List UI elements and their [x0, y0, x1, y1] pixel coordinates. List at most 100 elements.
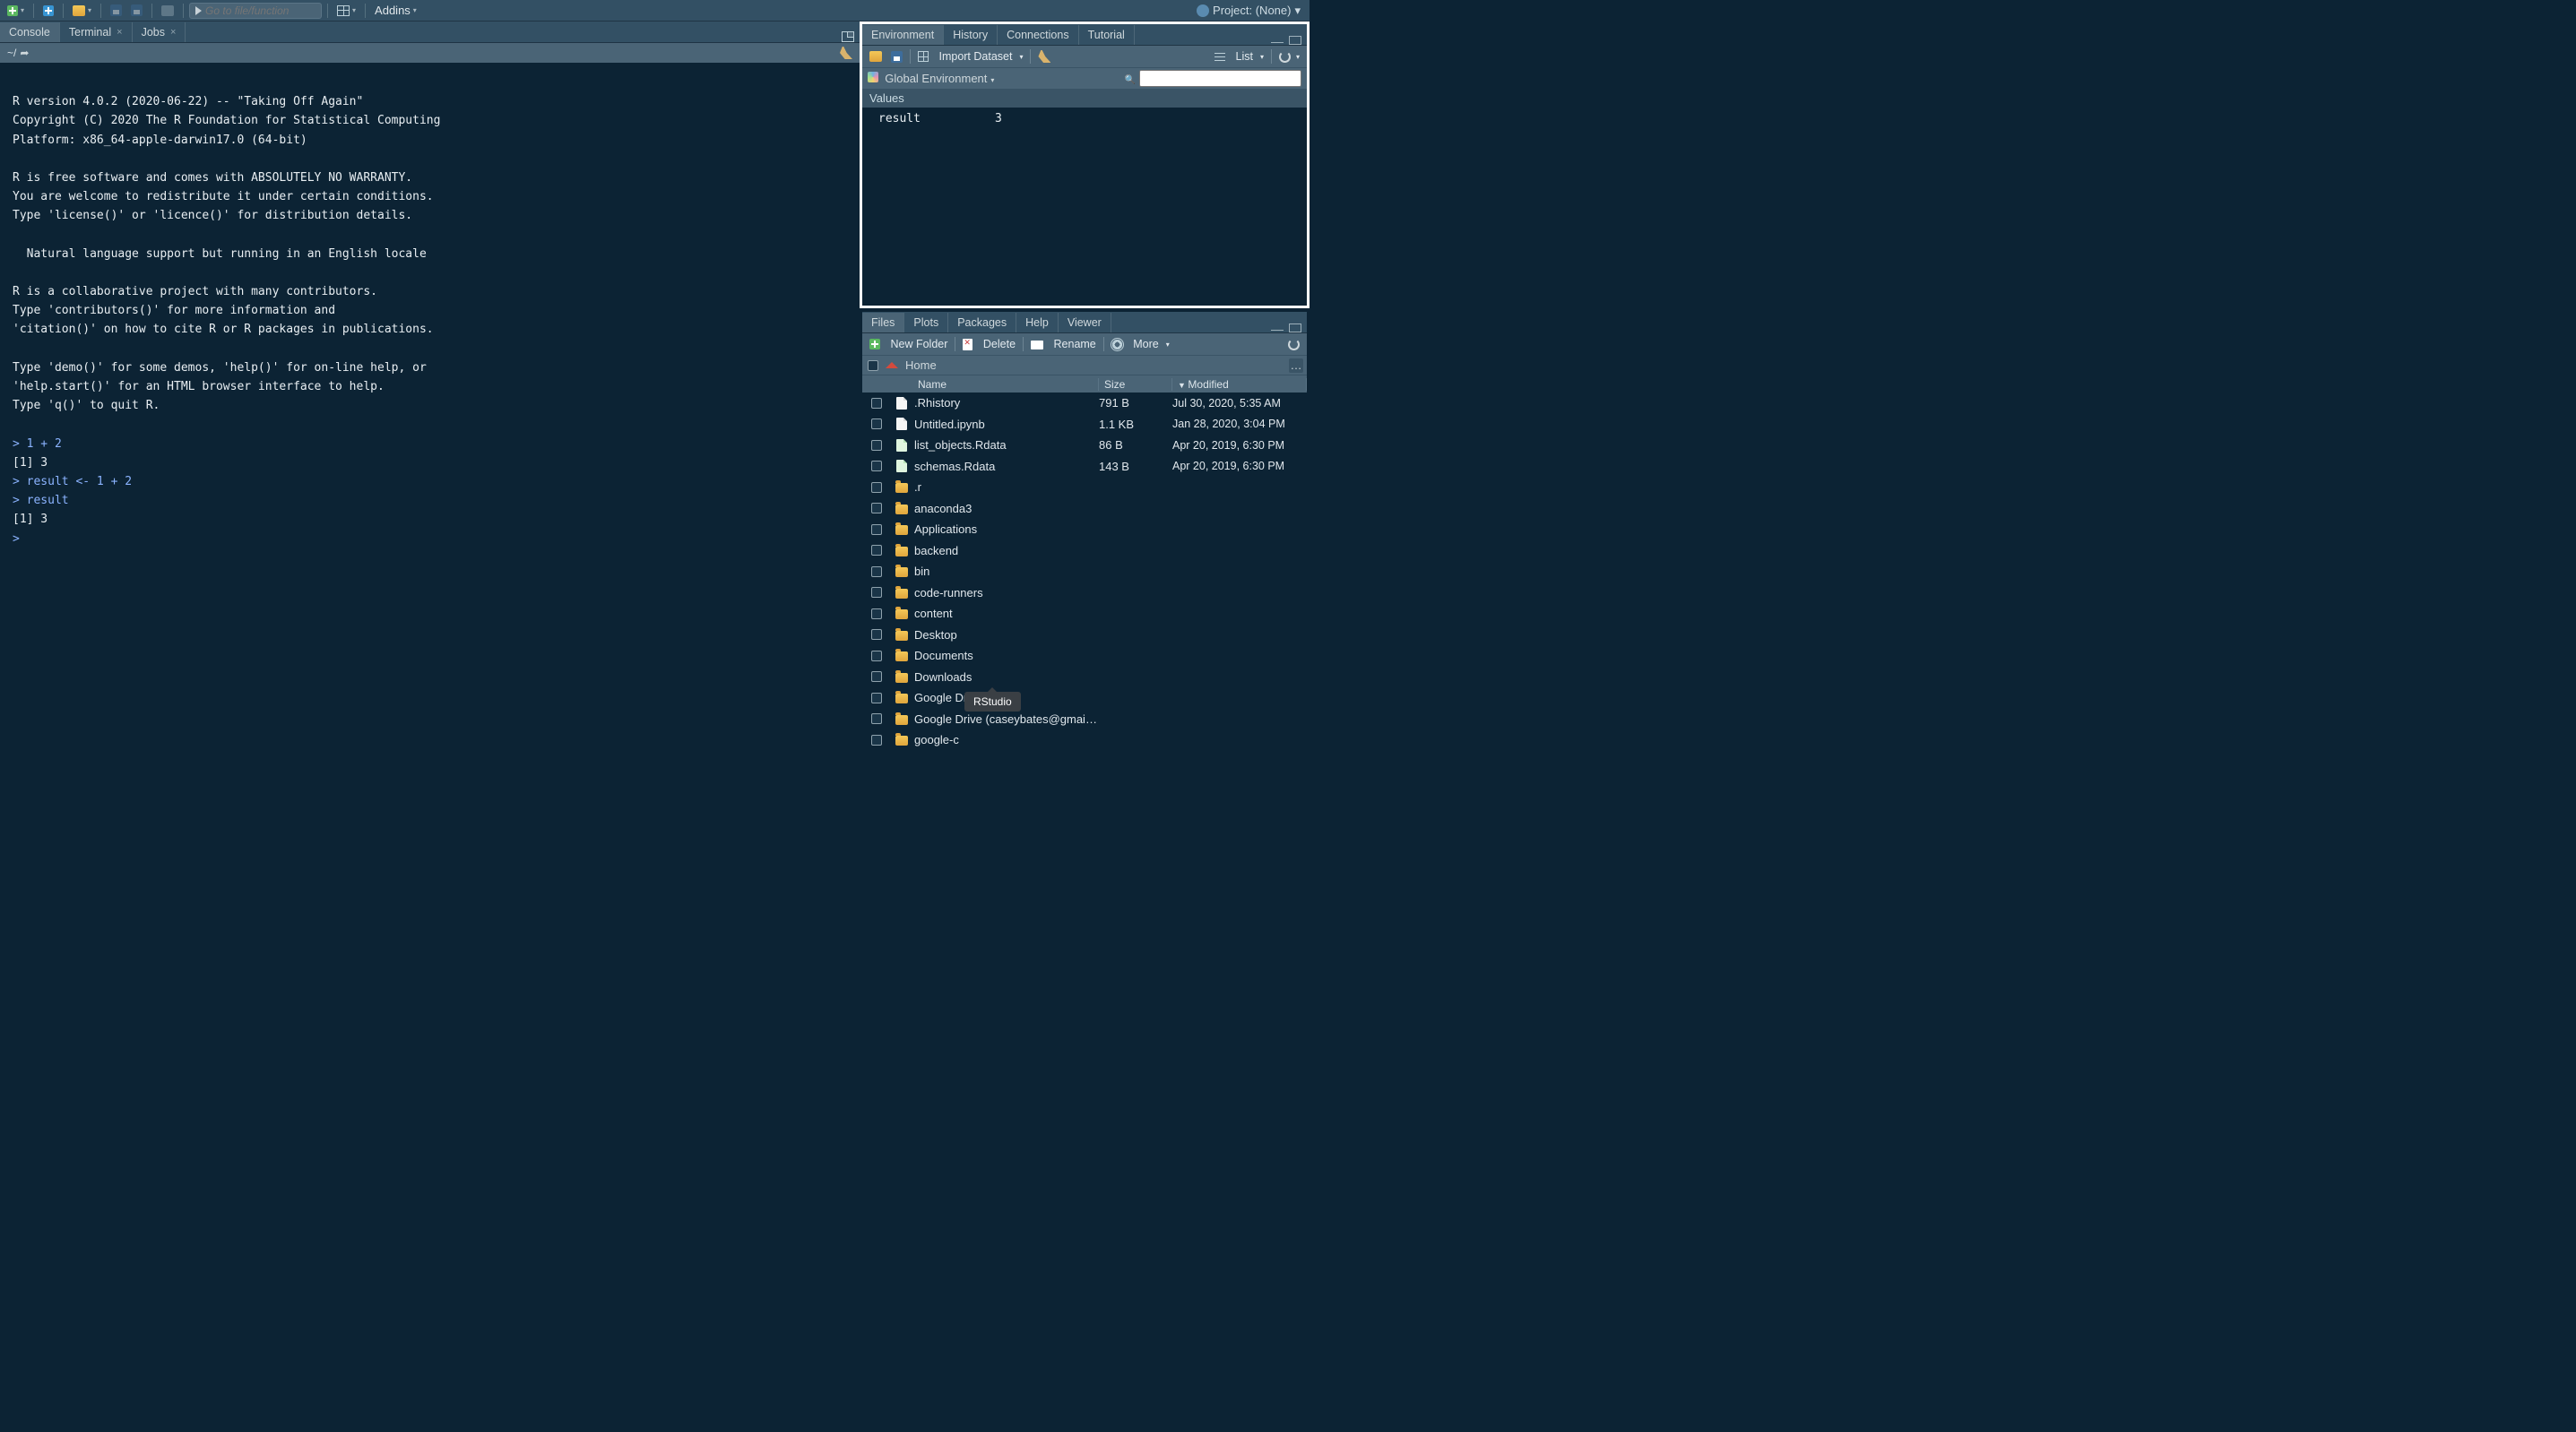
- view-mode-button[interactable]: List▾: [1213, 50, 1266, 63]
- file-checkbox[interactable]: [871, 545, 882, 556]
- tab-console[interactable]: Console: [0, 22, 60, 42]
- home-icon[interactable]: [886, 362, 898, 368]
- tab-jobs[interactable]: Jobs×: [133, 22, 186, 42]
- save-button[interactable]: [107, 2, 125, 20]
- env-values-list: result3: [862, 108, 1307, 306]
- file-checkbox[interactable]: [871, 398, 882, 409]
- file-checkbox[interactable]: [871, 629, 882, 640]
- file-name[interactable]: schemas.Rdata: [912, 460, 1099, 473]
- more-button[interactable]: More▾: [1110, 338, 1171, 350]
- select-all-checkbox[interactable]: [868, 360, 878, 371]
- print-button[interactable]: [158, 2, 177, 20]
- refresh-files-button[interactable]: [1286, 339, 1301, 350]
- file-checkbox[interactable]: [871, 735, 882, 746]
- file-checkbox[interactable]: [871, 693, 882, 703]
- path-more-button[interactable]: …: [1289, 358, 1303, 373]
- popout-icon[interactable]: [842, 31, 854, 42]
- new-project-button[interactable]: [39, 2, 57, 20]
- folder-icon: [895, 694, 908, 703]
- import-dataset-button[interactable]: Import Dataset▾: [916, 50, 1024, 63]
- tab-files[interactable]: Files: [862, 313, 904, 332]
- close-icon[interactable]: ×: [170, 27, 176, 38]
- close-icon[interactable]: ×: [117, 27, 122, 38]
- tab-terminal[interactable]: Terminal×: [60, 22, 133, 42]
- maximize-icon[interactable]: [1289, 323, 1301, 332]
- refresh-env-button[interactable]: ▾: [1277, 51, 1301, 63]
- list-icon: [1215, 51, 1225, 62]
- env-save-button[interactable]: [889, 51, 904, 63]
- search-icon: 🔍: [1125, 75, 1136, 85]
- rdata-file-icon: [896, 439, 907, 452]
- file-checkbox[interactable]: [871, 566, 882, 577]
- file-name[interactable]: list_objects.Rdata: [912, 438, 1099, 452]
- col-modified[interactable]: ▼ Modified: [1172, 378, 1307, 391]
- maximize-icon[interactable]: [1289, 36, 1301, 45]
- file-name[interactable]: content: [912, 607, 1099, 620]
- folder-icon: [895, 483, 908, 493]
- breadcrumb-home[interactable]: Home: [905, 358, 937, 372]
- file-checkbox[interactable]: [871, 671, 882, 682]
- file-name[interactable]: code-runners: [912, 586, 1099, 600]
- file-checkbox[interactable]: [871, 651, 882, 661]
- rename-button[interactable]: Rename: [1029, 338, 1098, 350]
- files-pane: FilesPlotsPackagesHelpViewer New Folder …: [860, 309, 1310, 754]
- file-row: .r: [862, 477, 1307, 498]
- tab-tutorial[interactable]: Tutorial: [1079, 25, 1135, 45]
- save-all-button[interactable]: [127, 2, 146, 20]
- file-name[interactable]: Google Drive (caseybates@gmai…: [912, 712, 1099, 726]
- env-search-input[interactable]: 🔍: [1125, 70, 1301, 87]
- open-folder-icon: [73, 5, 85, 16]
- tab-label: Viewer: [1068, 316, 1102, 329]
- file-name[interactable]: google-c: [912, 733, 1099, 746]
- file-name[interactable]: Downloads: [912, 670, 1099, 684]
- file-checkbox[interactable]: [871, 503, 882, 513]
- project-menu[interactable]: Project: (None)▾: [1197, 4, 1306, 18]
- file-name[interactable]: Applications: [912, 522, 1099, 536]
- file-name[interactable]: Desktop: [912, 628, 1099, 642]
- delete-button[interactable]: Delete: [961, 338, 1017, 350]
- new-folder-button[interactable]: New Folder: [868, 338, 949, 350]
- file-checkbox[interactable]: [871, 608, 882, 619]
- addins-button[interactable]: Addins▾: [371, 2, 420, 20]
- minimize-icon[interactable]: [1271, 330, 1284, 331]
- file-name[interactable]: Documents: [912, 649, 1099, 662]
- file-checkbox[interactable]: [871, 482, 882, 493]
- goto-file-input[interactable]: [189, 3, 322, 19]
- env-load-button[interactable]: [868, 51, 884, 62]
- file-name[interactable]: Untitled.ipynb: [912, 418, 1099, 431]
- panes-icon: [337, 5, 350, 16]
- scope-selector[interactable]: Global Environment▾: [868, 72, 994, 85]
- file-checkbox[interactable]: [871, 440, 882, 451]
- tab-history[interactable]: History: [944, 25, 998, 45]
- minimize-icon[interactable]: [1271, 42, 1284, 43]
- col-size[interactable]: Size: [1099, 378, 1172, 391]
- open-file-button[interactable]: ▾: [69, 2, 95, 20]
- file-checkbox[interactable]: [871, 524, 882, 535]
- panes-layout-button[interactable]: ▾: [333, 2, 359, 20]
- clear-env-button[interactable]: [1036, 50, 1052, 63]
- file-checkbox[interactable]: [871, 713, 882, 724]
- file-row: Downloads: [862, 667, 1307, 688]
- file-icon: [896, 397, 907, 410]
- tab-viewer[interactable]: Viewer: [1059, 313, 1111, 332]
- col-name[interactable]: Name: [912, 378, 1099, 391]
- tab-environment[interactable]: Environment: [862, 25, 944, 45]
- file-name[interactable]: backend: [912, 544, 1099, 557]
- clear-console-icon[interactable]: [840, 47, 852, 59]
- console-output[interactable]: R version 4.0.2 (2020-06-22) -- "Taking …: [0, 63, 860, 728]
- file-checkbox[interactable]: [871, 418, 882, 429]
- file-name[interactable]: .Rhistory: [912, 396, 1099, 410]
- file-name[interactable]: anaconda3: [912, 502, 1099, 515]
- tab-help[interactable]: Help: [1016, 313, 1059, 332]
- file-name[interactable]: .r: [912, 480, 1099, 494]
- plus-icon: [7, 5, 18, 16]
- new-file-button[interactable]: ▾: [4, 2, 28, 20]
- env-row[interactable]: result3: [862, 111, 1307, 126]
- file-checkbox[interactable]: [871, 587, 882, 598]
- goto-dir-icon[interactable]: ➦: [20, 47, 29, 59]
- file-checkbox[interactable]: [871, 461, 882, 471]
- tab-packages[interactable]: Packages: [948, 313, 1016, 332]
- tab-plots[interactable]: Plots: [904, 313, 948, 332]
- tab-connections[interactable]: Connections: [998, 25, 1079, 45]
- file-name[interactable]: bin: [912, 565, 1099, 578]
